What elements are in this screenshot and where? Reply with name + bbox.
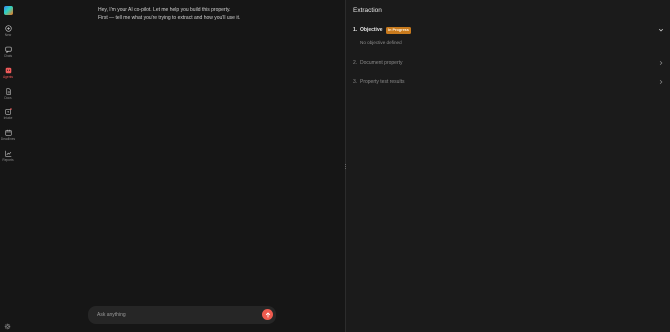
step-title: Objective (360, 27, 383, 33)
step-document-property[interactable]: 2. Document property (353, 58, 664, 68)
step-property-test-results[interactable]: 3. Property test results (353, 77, 664, 87)
status-badge: In Progress (385, 26, 412, 34)
chat-icon (4, 46, 12, 53)
chevron-down-icon[interactable] (658, 27, 664, 33)
step-description: No objective defined (360, 40, 402, 45)
document-icon (5, 88, 11, 95)
sidebar-item-deadlines[interactable]: Deadlines (0, 129, 16, 141)
sidebar-item-intake[interactable]: Intake (0, 108, 16, 120)
sidebar-item-label: Chats (3, 54, 13, 58)
step-objective[interactable]: 1. Objective In Progress (353, 25, 664, 35)
sidebar-item-agents[interactable]: Agents (0, 67, 16, 79)
step-title: Property test results (360, 79, 405, 85)
step-number: 1. (353, 27, 358, 33)
step-number: 3. (353, 79, 358, 85)
calendar-icon (4, 129, 12, 136)
app-window: New Chats Agents Docs Intake Deadlines R… (0, 0, 670, 332)
sidebar-item-reports[interactable]: Reports (0, 150, 16, 162)
sidebar-item-label: Deadlines (0, 137, 16, 141)
message-line: Hey, I'm your AI co-pilot. Let me help y… (98, 7, 231, 13)
chat-composer (88, 306, 276, 324)
sidebar-item-label: Reports (2, 158, 14, 162)
panel-title: Extraction (353, 7, 382, 14)
chevron-right-icon[interactable] (658, 60, 664, 66)
chat-input[interactable] (97, 310, 247, 320)
sidebar-item-label: Docs (4, 96, 12, 100)
message-line: First — tell me what you're trying to ex… (98, 15, 241, 21)
sidebar-item-label: Agents (3, 75, 13, 79)
sidebar-item-label: New (4, 33, 12, 37)
send-button[interactable] (262, 309, 273, 320)
assistant-message: Hey, I'm your AI co-pilot. Let me help y… (98, 6, 240, 22)
sidebar-item-new[interactable]: New (0, 25, 16, 37)
sidebar: New Chats Agents Docs Intake Deadlines R… (0, 0, 16, 332)
step-title: Document property (360, 60, 403, 66)
chart-icon (4, 150, 11, 157)
sidebar-item-chats[interactable]: Chats (0, 46, 16, 58)
arrow-up-icon (265, 311, 270, 318)
gear-icon[interactable] (4, 323, 11, 330)
extraction-panel: Extraction 1. Objective In Progress No o… (346, 0, 670, 332)
plus-circle-icon (4, 25, 12, 32)
step-number: 2. (353, 60, 358, 66)
sidebar-item-label: Intake (3, 116, 13, 120)
agents-icon (5, 67, 11, 74)
app-logo[interactable] (4, 6, 13, 15)
chat-area: Hey, I'm your AI co-pilot. Let me help y… (16, 0, 345, 332)
chevron-right-icon[interactable] (658, 79, 664, 85)
sidebar-item-docs[interactable]: Docs (0, 88, 16, 100)
intake-icon (4, 108, 12, 115)
